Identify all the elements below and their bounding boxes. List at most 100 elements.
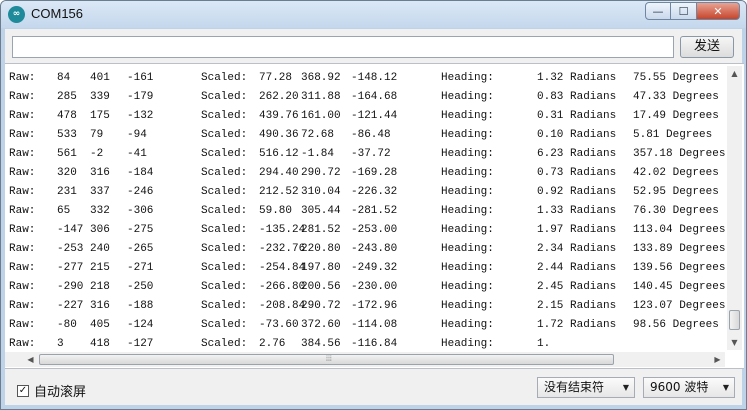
raw-z: -188 <box>127 300 154 312</box>
horizontal-scroll-thumb[interactable]: ⁞⁞⁞ <box>39 354 614 365</box>
send-input[interactable] <box>12 36 674 58</box>
heading-radians: 2.34 Radians <box>537 243 617 255</box>
heading-label: Heading: <box>441 110 494 122</box>
raw-z: -306 <box>127 205 154 217</box>
raw-y: 316 <box>90 167 110 179</box>
raw-z: -246 <box>127 186 154 198</box>
scaled-y: 161.00 <box>301 110 341 122</box>
raw-y: 418 <box>90 338 110 350</box>
scaled-x: 59.80 <box>259 205 293 217</box>
raw-y: 306 <box>90 224 110 236</box>
horizontal-scrollbar[interactable]: ◀ ⁞⁞⁞ ▶ <box>5 352 725 367</box>
caption-buttons: — ☐ ✕ <box>645 2 740 20</box>
scaled-y: 220.80 <box>301 243 341 255</box>
scaled-label: Scaled: <box>201 319 248 331</box>
serial-line: Raw: 478 175 -132 Scaled: 439.76 161.00 -121.44… <box>9 107 725 126</box>
raw-label: Raw: <box>9 72 36 84</box>
raw-x: -290 <box>57 281 84 293</box>
chevron-down-icon: ▼ <box>622 383 629 392</box>
raw-y: 332 <box>90 205 110 217</box>
serial-line: Raw: -253 240 -265 Scaled: -232.76 220.80 -243.… <box>9 240 725 259</box>
scaled-y: 290.72 <box>301 167 341 179</box>
scaled-label: Scaled: <box>201 186 248 198</box>
heading-label: Heading: <box>441 72 494 84</box>
raw-x: 320 <box>57 167 77 179</box>
serial-line: Raw: -290 218 -250 Scaled: -266.80 200.56 -230.… <box>9 278 725 297</box>
line-ending-value: 没有结束符 <box>544 380 605 394</box>
scroll-left-arrow-icon[interactable]: ◀ <box>23 352 38 367</box>
heading-label: Heading: <box>441 148 494 160</box>
raw-y: 215 <box>90 262 110 274</box>
scaled-label: Scaled: <box>201 91 248 103</box>
serial-monitor-window: ∞ COM156 — ☐ ✕ 发送 Raw: 84 401 -161 Scaled: 77… <box>0 0 747 410</box>
vertical-scrollbar[interactable]: ▲ ▼ <box>727 66 742 350</box>
send-button[interactable]: 发送 <box>680 36 734 58</box>
heading-radians: 0.92 Radians <box>537 186 617 198</box>
serial-line: Raw: 285 339 -179 Scaled: 262.20 311.88 -164.68… <box>9 88 725 107</box>
raw-x: 533 <box>57 129 77 141</box>
heading-label: Heading: <box>441 319 494 331</box>
raw-z: -132 <box>127 110 154 122</box>
title-bar[interactable]: ∞ COM156 — ☐ ✕ <box>1 1 746 28</box>
heading-label: Heading: <box>441 186 494 198</box>
scroll-up-arrow-icon[interactable]: ▲ <box>727 66 742 81</box>
heading-label: Heading: <box>441 167 494 179</box>
autoscroll-control[interactable]: ✓ 自动滚屏 <box>17 381 86 400</box>
arduino-app-icon: ∞ <box>8 6 25 23</box>
raw-label: Raw: <box>9 300 36 312</box>
raw-x: 84 <box>57 72 71 84</box>
serial-line: Raw: -147 306 -275 Scaled: -135.24 281.52 -253.… <box>9 221 725 240</box>
heading-label: Heading: <box>441 129 494 141</box>
vertical-scroll-thumb[interactable] <box>729 310 740 330</box>
scaled-x: -232.76 <box>259 243 306 255</box>
raw-x: 561 <box>57 148 77 160</box>
heading-degrees: 357.18 Degrees <box>633 148 725 160</box>
heading-degrees: 42.02 Degrees <box>633 167 719 179</box>
scaled-x: 294.40 <box>259 167 299 179</box>
heading-radians: 1.97 Radians <box>537 224 617 236</box>
raw-z: -127 <box>127 338 154 350</box>
scaled-z: -172.96 <box>351 300 398 312</box>
raw-label: Raw: <box>9 319 36 331</box>
close-button[interactable]: ✕ <box>697 2 740 20</box>
raw-y: 218 <box>90 281 110 293</box>
raw-x: -253 <box>57 243 84 255</box>
serial-line: Raw: 3 418 -127 Scaled: 2.76 384.56 -116.84 Head… <box>9 335 725 353</box>
raw-x: 285 <box>57 91 77 103</box>
heading-degrees: 75.55 Degrees <box>633 72 719 84</box>
scroll-down-arrow-icon[interactable]: ▼ <box>727 335 742 350</box>
scaled-label: Scaled: <box>201 110 248 122</box>
raw-y: 79 <box>90 129 104 141</box>
scaled-label: Scaled: <box>201 300 248 312</box>
heading-label: Heading: <box>441 262 494 274</box>
scaled-z: -249.32 <box>351 262 398 274</box>
raw-label: Raw: <box>9 129 36 141</box>
raw-x: -227 <box>57 300 84 312</box>
line-ending-select[interactable]: 没有结束符 ▼ <box>537 377 635 398</box>
client-area: 发送 Raw: 84 401 -161 Scaled: 77.28 368.92 -148.1… <box>5 29 744 405</box>
scroll-right-arrow-icon[interactable]: ▶ <box>710 352 725 367</box>
raw-z: -250 <box>127 281 154 293</box>
raw-z: -275 <box>127 224 154 236</box>
scaled-y: 290.72 <box>301 300 341 312</box>
heading-label: Heading: <box>441 300 494 312</box>
scaled-y: 72.68 <box>301 129 335 141</box>
heading-degrees: 139.56 Degrees <box>633 262 725 274</box>
scaled-z: -281.52 <box>351 205 398 217</box>
raw-x: -80 <box>57 319 77 331</box>
scaled-label: Scaled: <box>201 281 248 293</box>
autoscroll-checkbox[interactable]: ✓ <box>17 384 29 397</box>
scaled-z: -243.80 <box>351 243 398 255</box>
scaled-x: 490.36 <box>259 129 299 141</box>
raw-z: -94 <box>127 129 147 141</box>
baud-rate-select[interactable]: 9600 波特 ▼ <box>643 377 735 398</box>
heading-label: Heading: <box>441 91 494 103</box>
maximize-button[interactable]: ☐ <box>671 2 697 20</box>
autoscroll-label[interactable]: 自动滚屏 <box>34 381 86 400</box>
scaled-y: 200.56 <box>301 281 341 293</box>
serial-output-area[interactable]: Raw: 84 401 -161 Scaled: 77.28 368.92 -148.12 He… <box>5 63 744 369</box>
scaled-z: -121.44 <box>351 110 398 122</box>
minimize-button[interactable]: — <box>645 2 671 20</box>
serial-line: Raw: 231 337 -246 Scaled: 212.52 310.04 -226.32… <box>9 183 725 202</box>
scaled-label: Scaled: <box>201 72 248 84</box>
